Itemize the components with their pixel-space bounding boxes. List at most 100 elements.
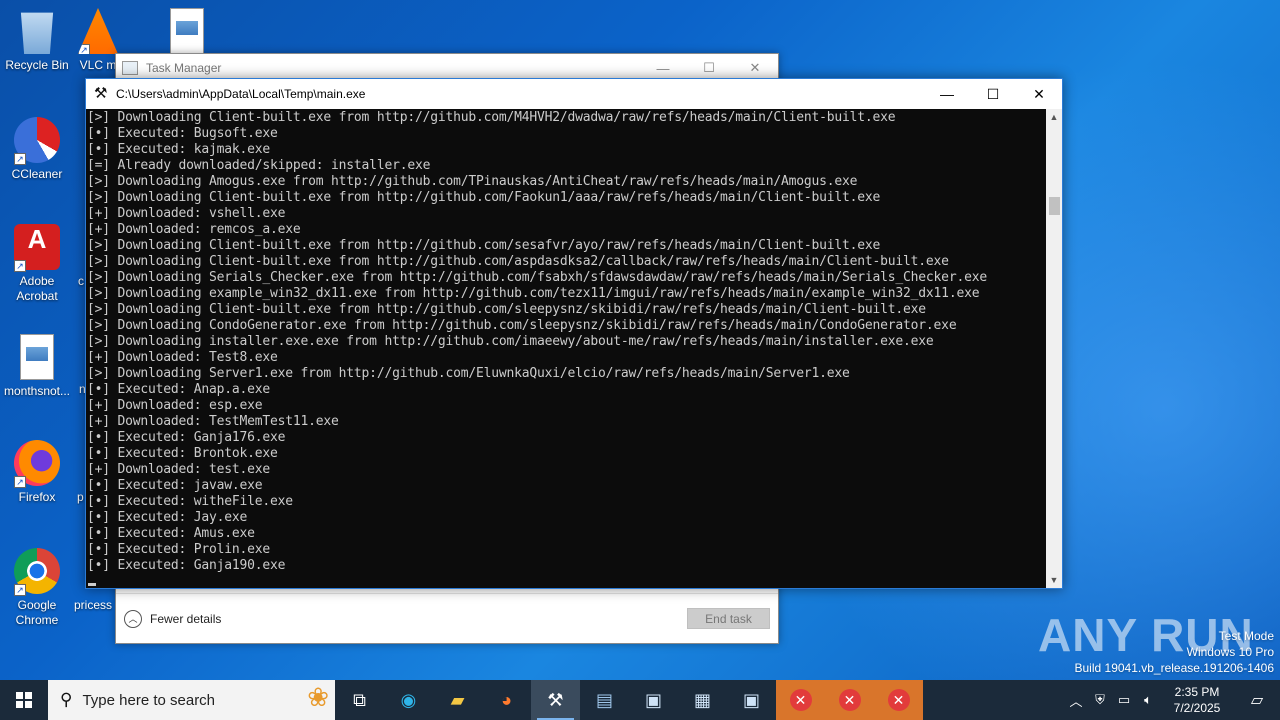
console-line: [•] Executed: Bugsoft.exe (87, 126, 278, 141)
watermark-line: Windows 10 Pro (1186, 645, 1274, 659)
fewer-details-link[interactable]: Fewer details (150, 612, 221, 626)
console-line: [+] Downloaded: esp.exe (87, 398, 263, 413)
window-icon: ▣ (644, 689, 662, 710)
volume-icon[interactable]: 🔈︎ (1136, 692, 1160, 708)
search-icon: ⚲ (60, 690, 73, 709)
console-line: [>] Downloading Client-built.exe from ht… (87, 190, 881, 205)
task-manager-icon: ▤ (595, 689, 613, 710)
scrollbar-thumb[interactable] (1049, 197, 1060, 215)
system-tray: ︿ ⛨ ▭ 🔈︎ 2:35 PM 7/2/2025 ▱ (1064, 680, 1280, 720)
taskbar-error-button-2[interactable]: ✕ (825, 680, 874, 720)
error-x-icon: ✕ (887, 689, 910, 711)
console-line: [>] Downloading Client-built.exe from ht… (87, 302, 926, 317)
task-manager-title: Task Manager (146, 61, 222, 75)
console-line: [•] Executed: Prolin.exe (87, 542, 271, 557)
console-line: [•] Executed: Jay.exe (87, 510, 248, 525)
console-line: [•] Executed: witheFile.exe (87, 494, 293, 509)
adobe-acrobat-icon: ↗ (14, 224, 60, 272)
desktop-icon-google-chrome[interactable]: ↗ Google Chrome (0, 548, 74, 628)
console-window[interactable]: ⚒ C:\Users\admin\AppData\Local\Temp\main… (85, 78, 1063, 589)
scroll-up-arrow-icon[interactable]: ▲ (1046, 109, 1062, 125)
minimize-button[interactable]: — (924, 79, 970, 109)
search-highlight-art-icon: ❀ (307, 682, 329, 712)
taskbar-window-button-2[interactable]: ▣ (727, 680, 776, 720)
console-line: [•] Executed: kajmak.exe (87, 142, 271, 157)
taskbar-search-box[interactable]: ⚲ Type here to search ❀ (48, 680, 335, 720)
console-line: [•] Executed: Ganja176.exe (87, 430, 286, 445)
console-line: [>] Downloading Server1.exe from http://… (87, 366, 850, 381)
desktop-icon-image-file[interactable] (150, 8, 224, 58)
taskbar-firefox-button[interactable]: ◕ (482, 680, 531, 720)
desktop-icon-monthsnot[interactable]: monthsnot... (0, 334, 74, 399)
console-line: [+] Downloaded: Test8.exe (87, 350, 278, 365)
windows-logo-icon (16, 692, 32, 708)
console-cursor (88, 583, 96, 586)
edge-icon: ◉ (400, 689, 417, 710)
console-line: [+] Downloaded: remcos_a.exe (87, 222, 301, 237)
desktop-icon-label: monthsnot... (3, 384, 71, 398)
chevron-up-icon[interactable]: ︿ (124, 609, 142, 628)
taskbar-task-manager-button[interactable]: ▤ (580, 680, 629, 720)
console-output[interactable]: [>] Downloading Client-built.exe from ht… (86, 109, 1047, 588)
desktop-icon-recycle-bin[interactable]: Recycle Bin (0, 8, 74, 73)
console-line: [>] Downloading Client-built.exe from ht… (87, 110, 896, 125)
pickaxe-icon: ⚒ (94, 85, 108, 102)
taskbar-main-exe-button[interactable]: ⚒ (531, 680, 580, 720)
vertical-scrollbar[interactable]: ▲ ▼ (1046, 109, 1062, 588)
console-line: [•] Executed: javaw.exe (87, 478, 263, 493)
start-button[interactable] (0, 680, 48, 720)
console-line: [=] Already downloaded/skipped: installe… (87, 158, 431, 173)
watermark-line: Build 19041.vb_release.191206-1406 (1074, 661, 1275, 675)
console-line: [•] Executed: Ganja190.exe (87, 558, 286, 573)
console-title: C:\Users\admin\AppData\Local\Temp\main.e… (116, 87, 366, 101)
desktop-icon-label: Recycle Bin (5, 58, 69, 72)
console-line: [>] Downloading example_win32_dx11.exe f… (87, 286, 980, 301)
task-manager-footer: ︿ Fewer details End task (116, 593, 778, 643)
chrome-icon: ↗ (14, 548, 60, 596)
console-titlebar[interactable]: ⚒ C:\Users\admin\AppData\Local\Temp\main… (86, 79, 1062, 109)
shortcut-arrow-icon: ↗ (14, 260, 26, 272)
desktop-icon-label: Adobe Acrobat (16, 274, 58, 303)
firefox-icon: ↗ (14, 440, 60, 488)
desktop-icon-label: VLC m (79, 58, 117, 72)
windows-watermark: Test Mode Windows 10 Pro Build 19041.vb_… (1075, 628, 1275, 676)
desktop-icon-label: Google Chrome (15, 598, 59, 627)
ccleaner-icon: ↗ (14, 117, 60, 165)
console-line: [>] Downloading Client-built.exe from ht… (87, 254, 949, 269)
taskbar-file-explorer-button[interactable]: ▰ (433, 680, 482, 720)
desktop-icon-adobe-acrobat[interactable]: ↗ Adobe Acrobat (0, 224, 74, 304)
chevron-up-icon[interactable]: ︿ (1064, 691, 1088, 710)
desktop-icon-pricess[interactable]: pricess (74, 598, 118, 613)
desktop-icon-label: CCleaner (11, 167, 63, 181)
console-line: [•] Executed: Amus.exe (87, 526, 255, 541)
network-icon[interactable]: ▭ (1112, 692, 1136, 708)
desktop-icon-firefox[interactable]: ↗ Firefox (0, 440, 74, 505)
pickaxe-icon: ⚒ (547, 689, 564, 710)
taskbar-edge-button[interactable]: ◉ (384, 680, 433, 720)
error-x-icon: ✕ (838, 689, 861, 711)
image-file-icon (20, 334, 54, 380)
taskbar-error-button-1[interactable]: ✕ (776, 680, 825, 720)
taskbar-clock[interactable]: 2:35 PM 7/2/2025 (1160, 684, 1234, 716)
folder-icon: ▰ (450, 689, 465, 710)
taskbar-window-button[interactable]: ▣ (629, 680, 678, 720)
close-button[interactable]: ✕ (1016, 79, 1062, 109)
desktop-icon-vlc[interactable]: ↗ VLC m (76, 8, 120, 73)
console-line: [+] Downloaded: vshell.exe (87, 206, 286, 221)
end-task-button[interactable]: End task (687, 608, 770, 629)
desktop-icon-ccleaner[interactable]: ↗ CCleaner (0, 117, 74, 182)
clock-time: 2:35 PM (1174, 685, 1220, 699)
installer-icon: ▦ (693, 689, 711, 710)
maximize-button[interactable]: ☐ (970, 79, 1016, 109)
window-icon: ▣ (742, 689, 760, 710)
taskbar-error-button-3[interactable]: ✕ (874, 680, 923, 720)
console-line: [•] Executed: Anap.a.exe (87, 382, 271, 397)
notification-icon[interactable]: ▱ (1234, 690, 1280, 710)
security-icon[interactable]: ⛨ (1088, 692, 1112, 708)
task-view-button[interactable]: ⧉ (335, 680, 384, 720)
scroll-down-arrow-icon[interactable]: ▼ (1046, 572, 1062, 588)
clock-date: 7/2/2025 (1173, 701, 1221, 715)
taskbar-installer-button[interactable]: ▦ (678, 680, 727, 720)
console-line: [•] Executed: Brontok.exe (87, 446, 278, 461)
shortcut-arrow-icon: ↗ (14, 476, 26, 488)
